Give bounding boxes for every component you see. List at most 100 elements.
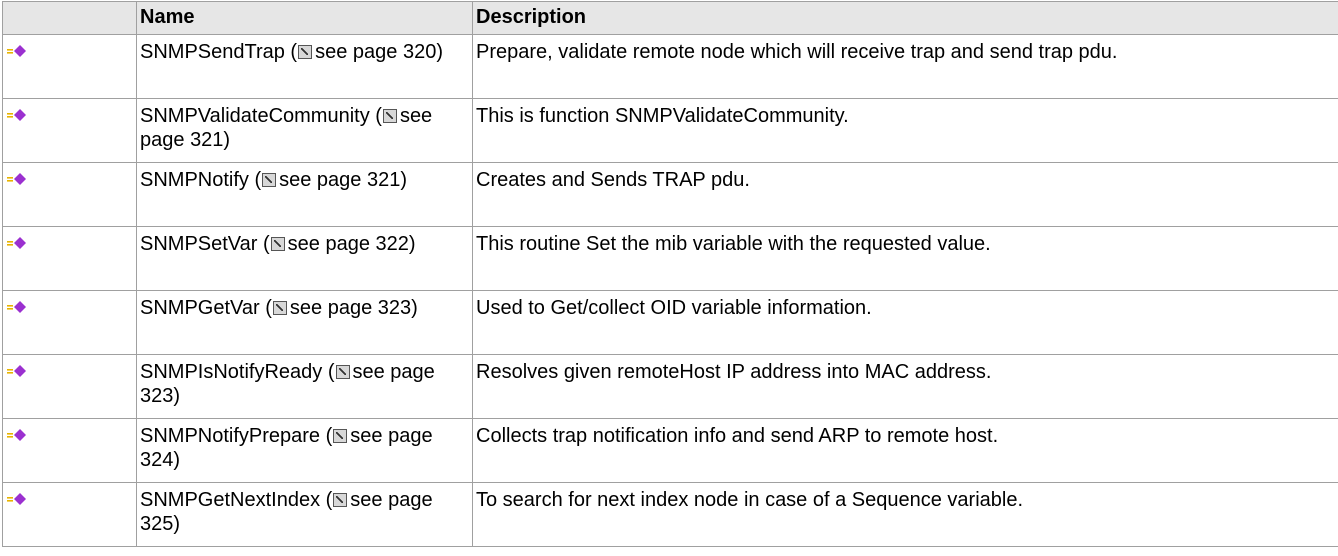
icon-line <box>7 177 13 179</box>
see-page-text[interactable]: see page <box>315 41 397 63</box>
function-name-cell: SNMPSetVar (see page 322) <box>136 226 473 291</box>
icon-cell <box>2 98 137 163</box>
icon-diamond <box>14 109 26 121</box>
external-link-icon[interactable] <box>335 365 350 379</box>
function-name-cell: SNMPNotify (see page 321) <box>136 162 473 227</box>
icon-cell <box>2 354 137 419</box>
table-row: SNMPSetVar (see page 322) This routine Se… <box>2 226 1338 291</box>
icon-line <box>7 244 13 246</box>
description-cell: This is function SNMPValidateCommunity. <box>472 98 1338 163</box>
icon-line <box>7 116 13 118</box>
icon-cell <box>2 162 137 227</box>
icon-cell <box>2 34 137 99</box>
description-cell: Resolves given remoteHost IP address int… <box>472 354 1338 419</box>
see-page-link[interactable]: see page 321) <box>279 169 407 191</box>
function-name-cell: SNMPGetVar (see page 323) <box>136 290 473 355</box>
public-method-icon <box>7 173 26 185</box>
public-method-icon <box>7 45 26 57</box>
see-page-text[interactable]: see page <box>279 169 361 191</box>
icon-line <box>7 52 13 54</box>
see-page-text[interactable]: see page <box>350 489 432 511</box>
function-name: SNMPIsNotifyReady <box>140 361 323 383</box>
table-row: SNMPNotifyPrepare (see page 324) Collects… <box>2 418 1338 483</box>
icon-line <box>7 308 13 310</box>
function-name-cell: SNMPGetNextIndex (see page 325) <box>136 482 473 547</box>
icon-diamond <box>14 301 26 313</box>
function-name-cell: SNMPNotifyPrepare (see page 324) <box>136 418 473 483</box>
page-number[interactable]: 323) <box>378 297 418 319</box>
public-method-icon <box>7 493 26 505</box>
see-page-text[interactable]: see page <box>288 233 370 255</box>
external-link-icon[interactable] <box>270 237 285 251</box>
external-link-icon[interactable] <box>298 45 313 59</box>
table-row: SNMPNotify (see page 321) Creates and Sen… <box>2 162 1338 227</box>
page-number[interactable]: 325) <box>140 513 180 535</box>
icon-line <box>7 180 13 182</box>
description-cell: Creates and Sends TRAP pdu. <box>472 162 1338 227</box>
icon-cell <box>2 418 137 483</box>
see-page-text[interactable]: see page <box>353 361 435 383</box>
function-name: SNMPSendTrap <box>140 41 285 63</box>
table-row: SNMPGetNextIndex (see page 325) To search… <box>2 482 1338 547</box>
page-number[interactable]: 320) <box>403 41 443 63</box>
icon-diamond <box>14 45 26 57</box>
icon-cell <box>2 290 137 355</box>
page-number[interactable]: 323) <box>140 385 180 407</box>
table-row: SNMPValidateCommunity (see page 321) This… <box>2 98 1338 163</box>
public-method-icon <box>7 301 26 313</box>
functions-table: Name Description SNMPSendTrap (see page … <box>2 1 1338 547</box>
table-row: SNMPIsNotifyReady (see page 323) Resolves… <box>2 354 1338 419</box>
icon-cell <box>2 226 137 291</box>
external-link-icon[interactable] <box>333 429 348 443</box>
icon-line <box>7 433 13 435</box>
name-column-header: Name <box>136 1 473 35</box>
description-cell: Used to Get/collect OID variable informa… <box>472 290 1338 355</box>
icon-diamond <box>14 429 26 441</box>
page-number[interactable]: 322) <box>376 233 416 255</box>
function-name: SNMPValidateCommunity <box>140 105 370 127</box>
icon-line <box>7 436 13 438</box>
description-cell: This routine Set the mib variable with t… <box>472 226 1338 291</box>
external-link-icon[interactable] <box>382 109 397 123</box>
icon-line <box>7 497 13 499</box>
icon-line <box>7 49 13 51</box>
table-header-row: Name Description <box>2 1 1338 35</box>
icon-diamond <box>14 237 26 249</box>
function-name: SNMPGetVar <box>140 297 260 319</box>
function-name-cell: SNMPValidateCommunity (see page 321) <box>136 98 473 163</box>
public-method-icon <box>7 237 26 249</box>
see-page-link[interactable]: see page 322) <box>288 233 416 255</box>
icon-line <box>7 369 13 371</box>
icon-line <box>7 305 13 307</box>
external-link-icon[interactable] <box>333 493 348 507</box>
description-cell: To search for next index node in case of… <box>472 482 1338 547</box>
public-method-icon <box>7 365 26 377</box>
table-row: SNMPGetVar (see page 323) Used to Get/col… <box>2 290 1338 355</box>
external-link-icon[interactable] <box>262 173 277 187</box>
see-page-link[interactable]: see page 323) <box>290 297 418 319</box>
icon-diamond <box>14 173 26 185</box>
see-page-text[interactable]: see page <box>350 425 432 447</box>
page-number[interactable]: 321) <box>190 129 230 151</box>
see-page-text[interactable]: see page <box>290 297 372 319</box>
function-name: SNMPGetNextIndex <box>140 489 321 511</box>
page-number[interactable]: 321) <box>367 169 407 191</box>
icon-line <box>7 113 13 115</box>
function-name: SNMPSetVar <box>140 233 258 255</box>
icon-line <box>7 500 13 502</box>
function-name: SNMPNotifyPrepare <box>140 425 321 447</box>
external-link-icon[interactable] <box>272 301 287 315</box>
description-cell: Prepare, validate remote node which will… <box>472 34 1338 99</box>
see-page-link[interactable]: see page 320) <box>315 41 443 63</box>
function-name-cell: SNMPSendTrap (see page 320) <box>136 34 473 99</box>
table-row: SNMPSendTrap (see page 320) Prepare, vali… <box>2 34 1338 99</box>
page-number[interactable]: 324) <box>140 449 180 471</box>
public-method-icon <box>7 109 26 121</box>
icon-line <box>7 241 13 243</box>
description-cell: Collects trap notification info and send… <box>472 418 1338 483</box>
icon-diamond <box>14 493 26 505</box>
function-name-cell: SNMPIsNotifyReady (see page 323) <box>136 354 473 419</box>
icon-column-header <box>2 1 137 35</box>
function-name: SNMPNotify <box>140 169 249 191</box>
icon-diamond <box>14 365 26 377</box>
